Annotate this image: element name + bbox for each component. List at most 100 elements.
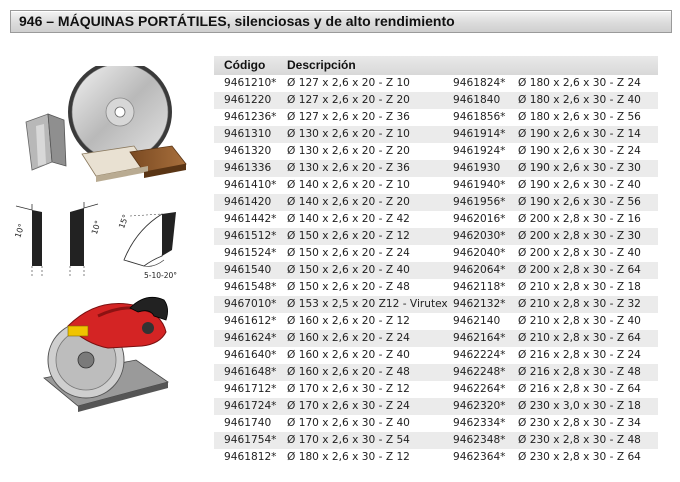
product-code: 9462348* xyxy=(453,434,506,446)
product-code: 9461512* xyxy=(224,230,277,242)
product-code: 9461410* xyxy=(224,179,277,191)
product-description: Ø 153 x 2,5 x 20 Z12 - Virutex xyxy=(287,298,448,310)
product-description: Ø 190 x 2,6 x 30 - Z 14 xyxy=(518,128,641,140)
product-code: 9461612* xyxy=(224,315,277,327)
product-code: 9461824* xyxy=(453,77,506,89)
product-code: 9467010* xyxy=(224,298,277,310)
table-row: 9461712* Ø 170 x 2,6 x 30 - Z 12 9462264* Ø… xyxy=(214,381,658,398)
table-row: 9461512* Ø 150 x 2,6 x 20 - Z 12 9462030* Ø… xyxy=(214,228,658,245)
product-code: 9461442* xyxy=(224,213,277,225)
product-code: 9461924* xyxy=(453,145,506,157)
product-code: 9462140 xyxy=(453,315,501,327)
product-description: Ø 127 x 2,6 x 20 - Z 20 xyxy=(287,94,410,106)
table-row: 9461754* Ø 170 x 2,6 x 30 - Z 54 9462348* Ø… xyxy=(214,432,658,449)
angle-label-middle: 10° xyxy=(90,219,103,235)
table-row: 9461624* Ø 160 x 2,6 x 20 - Z 24 9462164* Ø… xyxy=(214,330,658,347)
product-description: Ø 230 x 2,8 x 30 - Z 48 xyxy=(518,434,641,446)
product-code: 9461420 xyxy=(224,196,272,208)
product-description: Ø 190 x 2,6 x 30 - Z 56 xyxy=(518,196,641,208)
tooth-profile-left xyxy=(15,204,43,276)
product-description: Ø 230 x 2,8 x 30 - Z 64 xyxy=(518,451,641,463)
circular-saw-photo xyxy=(38,286,172,420)
product-description: Ø 140 x 2,6 x 20 - Z 20 xyxy=(287,196,410,208)
product-description: Ø 150 x 2,6 x 20 - Z 12 xyxy=(287,230,410,242)
product-code: 9461310 xyxy=(224,128,272,140)
table-row: 9461724* Ø 170 x 2,6 x 30 - Z 24 9462320* Ø… xyxy=(214,398,658,415)
product-code: 9461336 xyxy=(224,162,272,174)
product-code: 9461640* xyxy=(224,349,277,361)
product-code: 9462334* xyxy=(453,417,506,429)
table-row: 9461812* Ø 180 x 2,6 x 30 - Z 12 9462364* Ø… xyxy=(214,449,658,466)
page-title: 946 – MÁQUINAS PORTÁTILES, silenciosas y… xyxy=(10,10,672,33)
table-body: 9461210* Ø 127 x 2,6 x 20 - Z 10 9461824* Ø… xyxy=(214,75,658,466)
product-description: Ø 180 x 2,6 x 30 - Z 12 xyxy=(287,451,410,463)
product-code: 9461724* xyxy=(224,400,277,412)
tooth-profile-middle xyxy=(69,202,99,276)
table-header: Código Descripción xyxy=(214,56,658,75)
product-description: Ø 160 x 2,6 x 20 - Z 40 xyxy=(287,349,410,361)
product-code: 9462118* xyxy=(453,281,506,293)
product-code: 9461940* xyxy=(453,179,506,191)
product-description: Ø 180 x 2,6 x 30 - Z 56 xyxy=(518,111,641,123)
product-description: Ø 140 x 2,6 x 20 - Z 42 xyxy=(287,213,410,225)
product-description: Ø 190 x 2,6 x 30 - Z 40 xyxy=(518,179,641,191)
table-row: 9461236* Ø 127 x 2,6 x 20 - Z 36 9461856* Ø… xyxy=(214,109,658,126)
product-description: Ø 140 x 2,6 x 20 - Z 10 xyxy=(287,179,410,191)
product-description: Ø 170 x 2,6 x 30 - Z 12 xyxy=(287,383,410,395)
product-description: Ø 210 x 2,8 x 30 - Z 64 xyxy=(518,332,641,344)
product-code: 9461220 xyxy=(224,94,272,106)
product-code: 9461712* xyxy=(224,383,277,395)
product-description: Ø 200 x 2,8 x 30 - Z 40 xyxy=(518,247,641,259)
product-description: Ø 170 x 2,6 x 30 - Z 24 xyxy=(287,400,410,412)
table-row: 9461220 Ø 127 x 2,6 x 20 - Z 20 9461840 Ø 1… xyxy=(214,92,658,109)
table-row: 9461410* Ø 140 x 2,6 x 20 - Z 10 9461940* Ø… xyxy=(214,177,658,194)
product-description: Ø 210 x 2,8 x 30 - Z 40 xyxy=(518,315,641,327)
table-row: 9461640* Ø 160 x 2,6 x 20 - Z 40 9462224* Ø… xyxy=(214,347,658,364)
product-code: 9461548* xyxy=(224,281,277,293)
product-code: 9462164* xyxy=(453,332,506,344)
product-description: Ø 200 x 2,8 x 30 - Z 16 xyxy=(518,213,641,225)
product-description: Ø 127 x 2,6 x 20 - Z 36 xyxy=(287,111,410,123)
table-row: 9461524* Ø 150 x 2,6 x 20 - Z 24 9462040* Ø… xyxy=(214,245,658,262)
angle-label-left: 10° xyxy=(13,223,26,239)
tooth-profile-right xyxy=(123,212,176,267)
product-code: 9461740 xyxy=(224,417,272,429)
product-code: 9462132* xyxy=(453,298,506,310)
product-code: 9462264* xyxy=(453,383,506,395)
table-row: 9461210* Ø 127 x 2,6 x 20 - Z 10 9461824* Ø… xyxy=(214,75,658,92)
product-code: 9461856* xyxy=(453,111,506,123)
product-description: Ø 130 x 2,6 x 20 - Z 10 xyxy=(287,128,410,140)
table-row: 9461740 Ø 170 x 2,6 x 30 - Z 40 9462334* Ø … xyxy=(214,415,658,432)
product-description: Ø 216 x 2,8 x 30 - Z 48 xyxy=(518,366,641,378)
table-row: 9461442* Ø 140 x 2,6 x 20 - Z 42 9462016* Ø… xyxy=(214,211,658,228)
table-row: 9461310 Ø 130 x 2,6 x 20 - Z 10 9461914* Ø … xyxy=(214,126,658,143)
product-code: 9462064* xyxy=(453,264,506,276)
product-code: 9462224* xyxy=(453,349,506,361)
table-row: 9461336 Ø 130 x 2,6 x 20 - Z 36 9461930 Ø 1… xyxy=(214,160,658,177)
product-code: 9461236* xyxy=(224,111,277,123)
product-description: Ø 180 x 2,6 x 30 - Z 40 xyxy=(518,94,641,106)
tooth-angle-diagram: 10° 10° 15° 5-10-20° xyxy=(13,202,177,280)
product-description: Ø 200 x 2,8 x 30 - Z 30 xyxy=(518,230,641,242)
product-description: Ø 210 x 2,8 x 30 - Z 32 xyxy=(518,298,641,310)
product-table: Código Descripción 9461210* Ø 127 x 2,6 x… xyxy=(214,56,658,466)
product-description: Ø 210 x 2,8 x 30 - Z 18 xyxy=(518,281,641,293)
product-code: 9461914* xyxy=(453,128,506,140)
product-description: Ø 216 x 2,8 x 30 - Z 24 xyxy=(518,349,641,361)
product-code: 9461812* xyxy=(224,451,277,463)
table-row: 9461612* Ø 160 x 2,6 x 20 - Z 12 9462140 Ø … xyxy=(214,313,658,330)
product-description: Ø 190 x 2,6 x 30 - Z 30 xyxy=(518,162,641,174)
column-header-description: Descripción xyxy=(287,58,356,72)
angle-range-label: 5-10-20° xyxy=(144,271,177,280)
table-row: 9461548* Ø 150 x 2,6 x 20 - Z 48 9462118* Ø… xyxy=(214,279,658,296)
product-description: Ø 190 x 2,6 x 30 - Z 24 xyxy=(518,145,641,157)
product-description: Ø 230 x 3,0 x 30 - Z 18 xyxy=(518,400,641,412)
product-description: Ø 127 x 2,6 x 20 - Z 10 xyxy=(287,77,410,89)
product-description: Ø 216 x 2,8 x 30 - Z 64 xyxy=(518,383,641,395)
product-description: Ø 160 x 2,6 x 20 - Z 12 xyxy=(287,315,410,327)
product-code: 9462016* xyxy=(453,213,506,225)
product-code: 9461524* xyxy=(224,247,277,259)
product-code: 9461840 xyxy=(453,94,501,106)
product-code: 9461540 xyxy=(224,264,272,276)
product-description: Ø 150 x 2,6 x 20 - Z 40 xyxy=(287,264,410,276)
